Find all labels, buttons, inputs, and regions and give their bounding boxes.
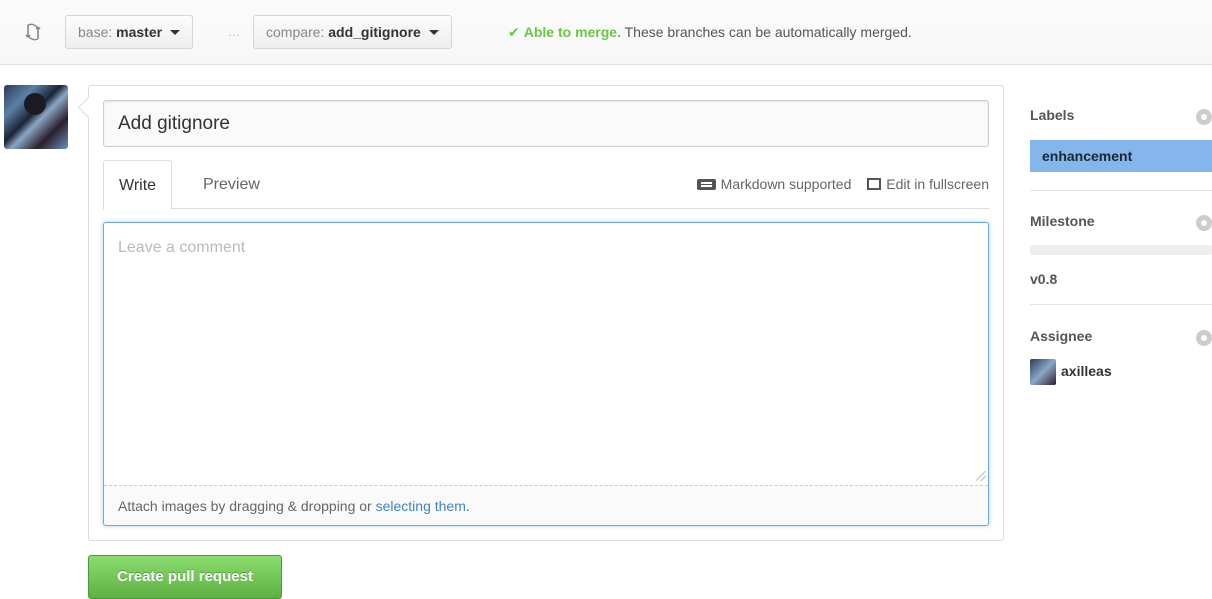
merge-status: ✔ Able to merge. These branches can be au… <box>508 24 912 41</box>
caret-down-icon <box>169 30 180 35</box>
tab-write[interactable]: Write <box>103 160 173 210</box>
compare-bar: base: master … compare: add_gitignore ✔ A… <box>0 0 1212 65</box>
compare-branch-name: add_gitignore <box>328 24 421 40</box>
attach-suffix: . <box>465 498 470 514</box>
caret-down-icon <box>428 30 439 35</box>
gear-icon[interactable] <box>1196 215 1212 231</box>
markdown-label: Markdown supported <box>720 176 852 192</box>
comment-field[interactable]: Leave a comment Attach images by draggin… <box>103 222 989 526</box>
pull-request-form: Add gitignore Write Preview Markdown sup… <box>88 85 1004 541</box>
milestone-section: Milestone <box>1030 213 1212 231</box>
gear-icon[interactable] <box>1196 330 1212 346</box>
divider <box>1030 304 1212 305</box>
compare-icon <box>25 23 41 41</box>
compare-kind-label: compare: <box>266 24 325 40</box>
merge-message: These branches can be automatically merg… <box>624 24 912 40</box>
comment-textarea[interactable]: Leave a comment <box>104 223 988 485</box>
attach-images-bar[interactable]: Attach images by dragging & dropping or … <box>104 485 988 525</box>
assignee-name[interactable]: axilleas <box>1061 363 1112 379</box>
assignee-avatar[interactable] <box>1030 359 1056 385</box>
labels-section: Labels <box>1030 107 1212 125</box>
milestone-progress <box>1030 245 1212 255</box>
check-icon: ✔ <box>508 24 520 40</box>
base-branch-name: master <box>116 24 163 40</box>
branch-separator: … <box>228 25 240 39</box>
milestone-title: Milestone <box>1030 213 1095 229</box>
label-enhancement: enhancement <box>1030 140 1212 172</box>
assignee-title: Assignee <box>1030 328 1093 344</box>
labels-title: Labels <box>1030 107 1075 123</box>
gear-icon[interactable] <box>1196 109 1212 125</box>
editor-tabs: Write Preview Markdown supported Edit in… <box>103 160 989 210</box>
resize-grip-icon[interactable] <box>976 471 986 481</box>
base-branch-selector[interactable]: base: master <box>65 15 193 49</box>
attach-text: Attach images by dragging & dropping or <box>118 498 376 514</box>
fullscreen-label: Edit in fullscreen <box>886 176 989 192</box>
title-input[interactable]: Add gitignore <box>103 100 989 147</box>
markdown-help-link[interactable]: Markdown supported <box>696 176 852 192</box>
avatar[interactable] <box>4 85 68 149</box>
create-pull-request-button[interactable]: Create pull request <box>88 555 282 599</box>
markdown-icon <box>696 179 716 190</box>
assignee-section: Assignee <box>1030 328 1212 346</box>
editor-tools: Markdown supported Edit in fullscreen <box>685 160 989 209</box>
fullscreen-icon <box>867 178 882 190</box>
compare-branch-selector[interactable]: compare: add_gitignore <box>253 15 452 49</box>
base-kind-label: base: <box>78 24 113 40</box>
tab-preview[interactable]: Preview <box>188 160 275 209</box>
milestone-name[interactable]: v0.8 <box>1030 271 1057 287</box>
divider <box>1030 190 1212 191</box>
select-files-link[interactable]: selecting them <box>376 498 466 514</box>
fullscreen-link[interactable]: Edit in fullscreen <box>867 176 989 192</box>
merge-ok-text: Able to merge. <box>523 24 621 40</box>
